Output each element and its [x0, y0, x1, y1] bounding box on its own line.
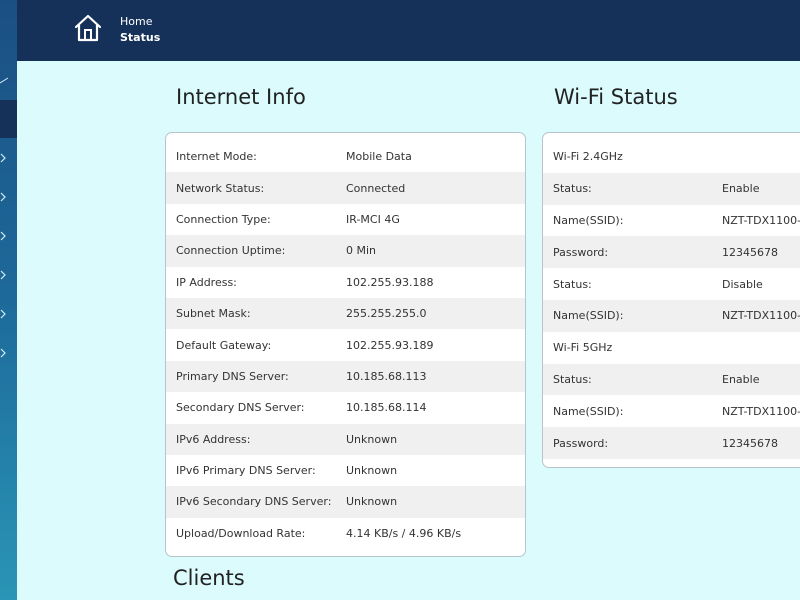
row-label: Connection Uptime: [176, 244, 286, 258]
row-value: NZT-TDX1100-5 [722, 404, 800, 418]
sidebar-active-item[interactable] [0, 100, 17, 138]
top-bar: Home Status [17, 0, 800, 61]
row-label: Wi-Fi 5GHz [553, 341, 613, 355]
row-label: Status: [553, 182, 592, 196]
row-label: Wi-Fi 2.4GHz [553, 150, 623, 164]
internet-info-row: Network Status: Connected [166, 172, 525, 204]
internet-info-row: IP Address: 102.255.93.188 [166, 267, 525, 298]
chevron-right-icon[interactable] [0, 268, 10, 282]
internet-info-row: Default Gateway: 102.255.93.189 [166, 329, 525, 360]
menu-toggle-icon[interactable] [0, 72, 10, 86]
row-label: Connection Type: [176, 212, 271, 226]
internet-info-row: IPv6 Secondary DNS Server: Unknown [166, 486, 525, 518]
chevron-right-icon[interactable] [0, 151, 10, 165]
row-value: NZT-TDX1100-G [722, 309, 800, 323]
row-label: Name(SSID): [553, 404, 624, 418]
row-value: 12345678 [722, 436, 778, 450]
wifi-status-row: Wi-Fi 5GHz [543, 332, 800, 364]
home-icon[interactable] [74, 14, 102, 42]
row-value: Connected [346, 181, 406, 195]
row-value: 102.255.93.189 [346, 338, 434, 352]
breadcrumb-home[interactable]: Home [120, 15, 152, 29]
wifi-status-row: Name(SSID): NZT-TDX1100-2 [543, 205, 800, 237]
row-value: Mobile Data [346, 150, 412, 164]
row-label: Default Gateway: [176, 338, 272, 352]
row-label: IPv6 Address: [176, 432, 251, 446]
row-value: 255.255.255.0 [346, 307, 427, 321]
internet-info-title: Internet Info [176, 85, 306, 109]
internet-info-row: IPv6 Address: Unknown [166, 423, 525, 455]
chevron-right-icon[interactable] [0, 346, 10, 360]
row-value: Enable [722, 182, 760, 196]
row-label: Password: [553, 436, 609, 450]
internet-info-row: Subnet Mask: 255.255.255.0 [166, 297, 525, 330]
row-label: Subnet Mask: [176, 307, 251, 321]
row-label: Name(SSID): [553, 309, 624, 323]
internet-info-card: Internet Mode: Mobile Data Network Status:… [165, 132, 526, 557]
row-label: Internet Mode: [176, 150, 257, 164]
row-label: Password: [553, 245, 609, 259]
wifi-status-row: Status: Enable [543, 172, 800, 205]
row-label: IP Address: [176, 275, 237, 289]
row-label: Status: [553, 277, 592, 291]
internet-info-row: Connection Type: IR-MCI 4G [166, 204, 525, 235]
wifi-status-row: Name(SSID): NZT-TDX1100-G [543, 299, 800, 332]
row-value: 0 Min [346, 244, 377, 258]
internet-info-row: Secondary DNS Server: 10.185.68.114 [166, 392, 525, 423]
row-value: 12345678 [722, 245, 778, 259]
internet-info-row: Primary DNS Server: 10.185.68.113 [166, 360, 525, 393]
row-value: Unknown [346, 464, 398, 478]
row-label: Secondary DNS Server: [176, 401, 305, 415]
row-label: IPv6 Secondary DNS Server: [176, 495, 332, 509]
row-value: NZT-TDX1100-2 [722, 213, 800, 227]
chevron-right-icon[interactable] [0, 307, 10, 321]
internet-info-row: Connection Uptime: 0 Min [166, 235, 525, 267]
internet-info-row: Upload/Download Rate: 4.14 KB/s / 4.96 KB… [166, 518, 525, 549]
row-value: 10.185.68.114 [346, 401, 427, 415]
row-label: IPv6 Primary DNS Server: [176, 464, 316, 478]
row-value: 10.185.68.113 [346, 369, 427, 383]
row-value: Unknown [346, 432, 398, 446]
wifi-status-row: Password: 12345678 [543, 236, 800, 269]
wifi-status-row: Name(SSID): NZT-TDX1100-5 [543, 395, 800, 427]
wifi-status-row: Wi-Fi 2.4GHz [543, 141, 800, 173]
sidebar [0, 0, 17, 600]
wifi-status-row: Password: 12345678 [543, 427, 800, 459]
wifi-status-row: Status: Enable [543, 363, 800, 396]
row-value: 4.14 KB/s / 4.96 KB/s [346, 526, 462, 540]
wifi-status-row: Status: Disable [543, 268, 800, 300]
internet-info-row: Internet Mode: Mobile Data [166, 141, 525, 172]
row-label: Status: [553, 372, 592, 386]
row-label: Upload/Download Rate: [176, 526, 306, 540]
chevron-right-icon[interactable] [0, 229, 10, 243]
row-label: Primary DNS Server: [176, 369, 289, 383]
row-value: Disable [722, 277, 763, 291]
internet-info-row: IPv6 Primary DNS Server: Unknown [166, 455, 525, 486]
row-value: 102.255.93.188 [346, 275, 434, 289]
row-label: Name(SSID): [553, 213, 624, 227]
breadcrumb-current: Status [120, 31, 161, 44]
row-value: Unknown [346, 495, 398, 509]
row-value: IR-MCI 4G [346, 212, 400, 226]
wifi-status-card: Wi-Fi 2.4GHz Status: Enable Name(SSID): NZT-… [542, 132, 800, 468]
row-value: Enable [722, 372, 760, 386]
wifi-status-title: Wi-Fi Status [554, 85, 678, 109]
clients-title: Clients [173, 566, 245, 590]
chevron-right-icon[interactable] [0, 190, 10, 204]
row-label: Network Status: [176, 181, 265, 195]
